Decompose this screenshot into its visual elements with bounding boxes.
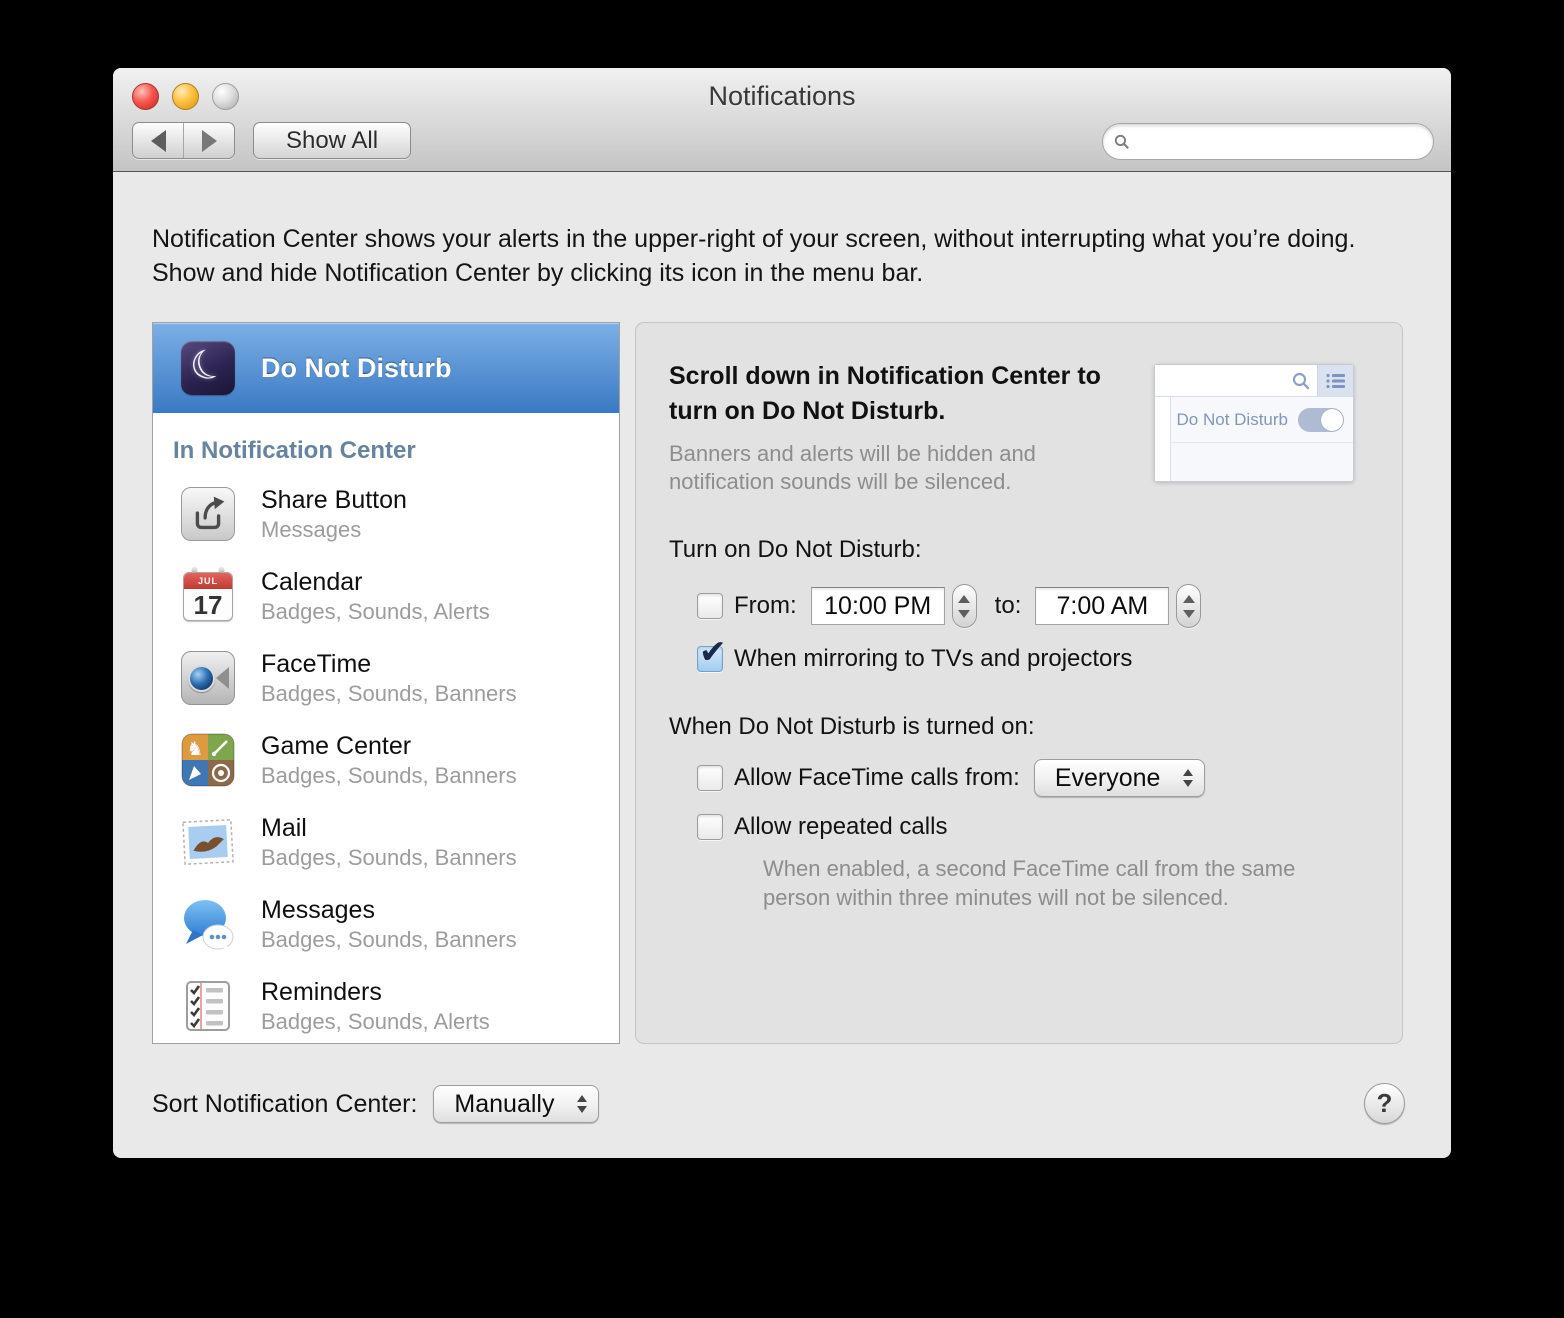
reminders-icon xyxy=(181,979,235,1033)
preview-list-icon xyxy=(1325,373,1345,388)
repeated-calls-label: Allow repeated calls xyxy=(734,813,948,840)
preview-dnd-row: Do Not Disturb xyxy=(1171,397,1353,443)
from-time-stepper[interactable] xyxy=(951,584,977,628)
app-title: FaceTime xyxy=(261,649,372,678)
mirroring-checkbox[interactable] xyxy=(697,632,727,672)
back-button[interactable] xyxy=(133,123,183,158)
to-label: to: xyxy=(994,592,1022,619)
title-bar: Notifications Show All xyxy=(113,68,1451,172)
app-list: Share Button Messages JUL 17 Calendar Ba… xyxy=(153,473,619,1043)
notification-center-preview: Do Not Disturb xyxy=(1154,364,1354,482)
help-button[interactable]: ? xyxy=(1364,1083,1405,1124)
game-center-icon: ♞ xyxy=(181,733,235,787)
intro-text: Notification Center shows your alerts in… xyxy=(152,225,1356,287)
do-not-disturb-moon-icon: ☾ xyxy=(181,339,235,395)
repeated-calls-checkbox[interactable] xyxy=(697,814,723,840)
show-all-button[interactable]: Show All xyxy=(253,122,411,159)
preferences-window: Notifications Show All Notification Cent… xyxy=(113,68,1451,1158)
sort-popup-value: Manually xyxy=(454,1089,555,1118)
panel-headline: Scroll down in Notification Center to tu… xyxy=(669,362,1101,425)
svg-text:♞: ♞ xyxy=(186,739,203,760)
facetime-calls-checkbox[interactable] xyxy=(697,765,723,791)
sidebar-item-mail[interactable]: Mail Badges, Sounds, Banners xyxy=(153,801,619,883)
share-icon xyxy=(181,487,235,541)
preview-dnd-toggle xyxy=(1298,407,1344,432)
mirroring-label: When mirroring to TVs and projectors xyxy=(734,645,1133,672)
app-title: Messages xyxy=(261,895,375,924)
from-time-field[interactable] xyxy=(810,587,945,625)
sidebar-item-do-not-disturb[interactable]: ☾ Do Not Disturb xyxy=(153,323,619,413)
preview-list-button xyxy=(1317,365,1353,396)
nav-segmented-control xyxy=(132,122,235,159)
facetime-calls-popup-value: Everyone xyxy=(1054,763,1161,792)
forward-button[interactable] xyxy=(183,123,234,158)
app-title: Calendar xyxy=(261,567,363,596)
footer: Sort Notification Center: Manually ? xyxy=(152,1082,1412,1126)
to-time-field[interactable] xyxy=(1035,587,1170,625)
preview-dnd-label: Do Not Disturb xyxy=(1176,409,1288,429)
when-on-heading: When Do Not Disturb is turned on: xyxy=(669,713,1035,740)
mirroring-row: When mirroring to TVs and projectors xyxy=(697,632,1402,673)
app-detail: Badges, Sounds, Banners xyxy=(261,680,517,706)
facetime-calls-popup[interactable]: Everyone xyxy=(1033,759,1206,797)
do-not-disturb-settings-panel: Scroll down in Notification Center to tu… xyxy=(635,322,1403,1044)
app-detail: Badges, Sounds, Banners xyxy=(261,926,517,952)
preview-search-bar xyxy=(1155,365,1317,396)
search-icon xyxy=(1114,134,1129,149)
search-field[interactable] xyxy=(1102,123,1434,160)
back-arrow-icon xyxy=(150,129,166,152)
mail-icon xyxy=(180,814,237,871)
notification-sources-list: ☾ Do Not Disturb In Notification Center … xyxy=(152,322,620,1044)
app-detail: Badges, Sounds, Banners xyxy=(261,844,517,870)
app-title: Share Button xyxy=(261,485,407,514)
sidebar-item-calendar[interactable]: JUL 17 Calendar Badges, Sounds, Alerts xyxy=(153,555,619,637)
sidebar-item-share-button[interactable]: Share Button Messages xyxy=(153,473,619,555)
messages-icon xyxy=(181,897,235,951)
panel-subtext: Banners and alerts will be hidden and no… xyxy=(669,441,1036,494)
from-label: From: xyxy=(734,592,797,619)
window-title: Notifications xyxy=(708,81,856,111)
app-detail: Messages xyxy=(261,516,362,542)
sort-label: Sort Notification Center: xyxy=(152,1089,418,1118)
preview-search-icon xyxy=(1292,372,1310,390)
do-not-disturb-label: Do Not Disturb xyxy=(261,352,452,383)
forward-arrow-icon xyxy=(201,129,217,152)
app-detail: Badges, Sounds, Alerts xyxy=(261,1008,490,1034)
sort-popup[interactable]: Manually xyxy=(433,1085,600,1123)
schedule-checkbox[interactable] xyxy=(697,593,723,619)
app-title: Game Center xyxy=(261,731,412,760)
sidebar-item-reminders[interactable]: Reminders Badges, Sounds, Alerts xyxy=(153,965,619,1043)
app-detail: Badges, Sounds, Banners xyxy=(261,762,517,788)
calendar-icon: JUL 17 xyxy=(181,567,235,623)
search-input[interactable] xyxy=(1129,128,1433,155)
facetime-calls-row: Allow FaceTime calls from: Everyone xyxy=(697,759,1402,797)
section-header-in-notification-center: In Notification Center xyxy=(173,437,416,464)
schedule-row: From: to: xyxy=(697,584,1402,628)
app-title: Reminders xyxy=(261,977,382,1006)
facetime-icon xyxy=(181,651,235,705)
app-detail: Badges, Sounds, Alerts xyxy=(261,598,490,624)
turn-on-heading: Turn on Do Not Disturb: xyxy=(669,536,922,563)
sidebar-item-facetime[interactable]: FaceTime Badges, Sounds, Banners xyxy=(153,637,619,719)
sidebar-item-messages[interactable]: Messages Badges, Sounds, Banners xyxy=(153,883,619,965)
repeated-calls-row: Allow repeated calls xyxy=(697,813,1402,841)
to-time-stepper[interactable] xyxy=(1176,584,1202,628)
preview-sidebar-edge xyxy=(1155,397,1171,481)
repeated-calls-note: When enabled, a second FaceTime call fro… xyxy=(763,856,1296,910)
popup-arrows-icon xyxy=(1183,769,1194,787)
sidebar-item-game-center[interactable]: ♞ Game Center Badges, Sounds, Banners xyxy=(153,719,619,801)
facetime-calls-label: Allow FaceTime calls from: xyxy=(734,764,1020,791)
popup-arrows-icon xyxy=(577,1095,588,1113)
app-title: Mail xyxy=(261,813,307,842)
